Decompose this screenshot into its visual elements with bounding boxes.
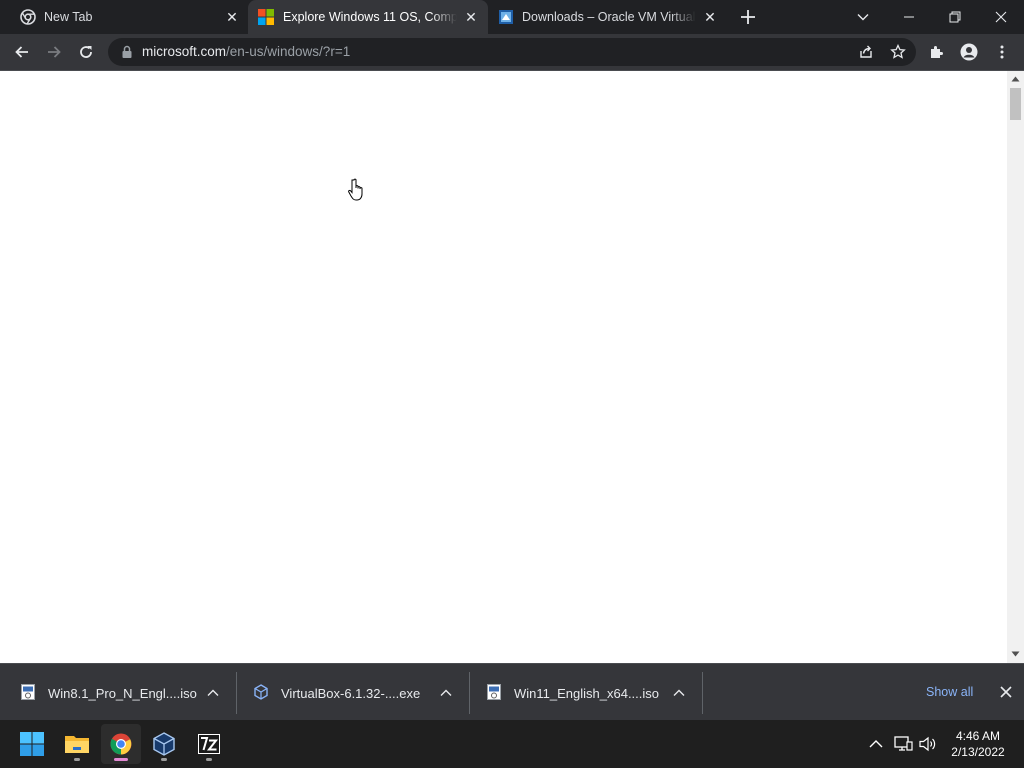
chrome-icon <box>110 733 132 755</box>
extensions-button[interactable] <box>923 38 951 66</box>
virtualbox-icon <box>153 732 175 756</box>
running-indicator <box>74 758 80 761</box>
download-filename: Win11_English_x64....iso <box>514 686 660 701</box>
show-hidden-icons-chevron-icon[interactable] <box>866 734 886 754</box>
download-item[interactable]: Win11_English_x64....iso <box>486 676 696 710</box>
minimize-button[interactable] <box>886 0 932 34</box>
new-tab-button[interactable] <box>738 7 758 27</box>
minimize-icon <box>904 16 914 18</box>
scrollbar-thumb[interactable] <box>1010 88 1021 120</box>
bookmark-star-icon[interactable] <box>890 44 906 60</box>
scroll-down-arrow-icon[interactable] <box>1011 651 1020 657</box>
taskbar-chrome[interactable] <box>101 724 141 764</box>
plus-icon <box>741 10 755 24</box>
hand-cursor-icon <box>348 178 363 201</box>
running-indicator <box>161 758 167 761</box>
lock-icon[interactable] <box>120 45 134 59</box>
download-separator <box>469 672 470 714</box>
network-icon[interactable] <box>893 734 913 754</box>
tab-explore-windows-11[interactable]: Explore Windows 11 OS, Computers, Apps, … <box>248 0 488 34</box>
chevron-down-icon <box>857 14 869 21</box>
tab-virtualbox-downloads[interactable]: Downloads – Oracle VM VirtualBox ✕ <box>488 0 726 34</box>
tab-new-tab[interactable]: New Tab ✕ <box>0 0 246 34</box>
arrow-right-icon <box>48 46 61 58</box>
reload-button[interactable] <box>72 38 100 66</box>
url-path: /en-us/windows/?r=1 <box>226 44 351 59</box>
desktop: New Tab ✕ Explore Windows 11 OS, Compute… <box>0 0 1024 768</box>
tab-label: Explore Windows 11 OS, Computers, Apps, … <box>283 10 457 24</box>
address-bar[interactable]: microsoft.com/en-us/windows/?r=1 <box>108 38 916 66</box>
windows-taskbar <box>0 720 1024 768</box>
7zip-icon <box>198 734 220 754</box>
download-separator <box>236 672 237 714</box>
download-shelf: Win8.1_Pro_N_Engl....iso VirtualBox-6.1.… <box>0 663 1024 720</box>
chevron-up-icon[interactable] <box>206 686 220 700</box>
clock-time: 4:46 AM <box>955 729 1001 743</box>
taskbar-file-explorer[interactable] <box>57 724 97 764</box>
tab-search-button[interactable] <box>840 0 886 34</box>
taskbar-7zip[interactable] <box>189 724 229 764</box>
virtualbox-file-icon <box>254 684 268 700</box>
file-explorer-icon <box>65 736 89 753</box>
download-item[interactable]: VirtualBox-6.1.32-....exe <box>253 676 463 710</box>
scroll-up-arrow-icon[interactable] <box>1011 76 1020 82</box>
microsoft-logo-icon <box>258 9 274 25</box>
iso-file-icon <box>487 684 501 700</box>
profile-icon <box>960 43 978 61</box>
download-filename: VirtualBox-6.1.32-....exe <box>281 686 421 701</box>
close-window-button[interactable] <box>978 0 1024 34</box>
iso-file-icon <box>21 684 35 700</box>
arrow-left-icon <box>15 46 28 58</box>
download-item[interactable]: Win8.1_Pro_N_Engl....iso <box>20 676 230 710</box>
tab-label: New Tab <box>44 10 93 24</box>
menu-button[interactable] <box>988 38 1016 66</box>
download-filename: Win8.1_Pro_N_Engl....iso <box>48 686 197 701</box>
download-separator <box>702 672 703 714</box>
page-content[interactable] <box>0 71 1024 663</box>
taskbar-virtualbox[interactable] <box>144 724 184 764</box>
url-text[interactable]: microsoft.com/en-us/windows/?r=1 <box>142 44 350 60</box>
chevron-up-icon[interactable] <box>672 686 686 700</box>
active-indicator <box>114 758 128 761</box>
close-icon[interactable] <box>998 684 1014 700</box>
virtualbox-page-icon <box>499 10 513 24</box>
chevron-up-icon[interactable] <box>439 686 453 700</box>
back-button[interactable] <box>8 38 36 66</box>
close-tab-icon[interactable]: ✕ <box>702 9 718 25</box>
share-icon[interactable] <box>858 44 874 60</box>
tab-strip: New Tab ✕ Explore Windows 11 OS, Compute… <box>0 0 1024 34</box>
start-button[interactable] <box>12 724 52 764</box>
reload-icon <box>80 46 92 58</box>
url-domain: microsoft.com <box>142 44 227 59</box>
windows-start-icon <box>20 732 44 756</box>
close-icon <box>995 11 1007 23</box>
tab-label: Downloads – Oracle VM VirtualBox <box>522 10 696 24</box>
taskbar-clock[interactable]: 4:46 AM 2/13/2022 <box>946 728 1010 760</box>
more-vertical-icon <box>1000 45 1004 59</box>
chrome-icon <box>20 9 36 25</box>
restore-icon <box>949 11 961 23</box>
volume-icon[interactable] <box>918 734 938 754</box>
show-all-downloads-link[interactable]: Show all <box>926 684 973 700</box>
puzzle-icon <box>931 46 943 58</box>
close-tab-icon[interactable]: ✕ <box>224 9 240 25</box>
clock-date: 2/13/2022 <box>951 745 1005 759</box>
vertical-scrollbar[interactable] <box>1007 71 1024 663</box>
running-indicator <box>206 758 212 761</box>
profile-button[interactable] <box>955 38 983 66</box>
close-tab-icon[interactable]: ✕ <box>463 9 479 25</box>
restore-button[interactable] <box>932 0 978 34</box>
forward-button[interactable] <box>40 38 68 66</box>
